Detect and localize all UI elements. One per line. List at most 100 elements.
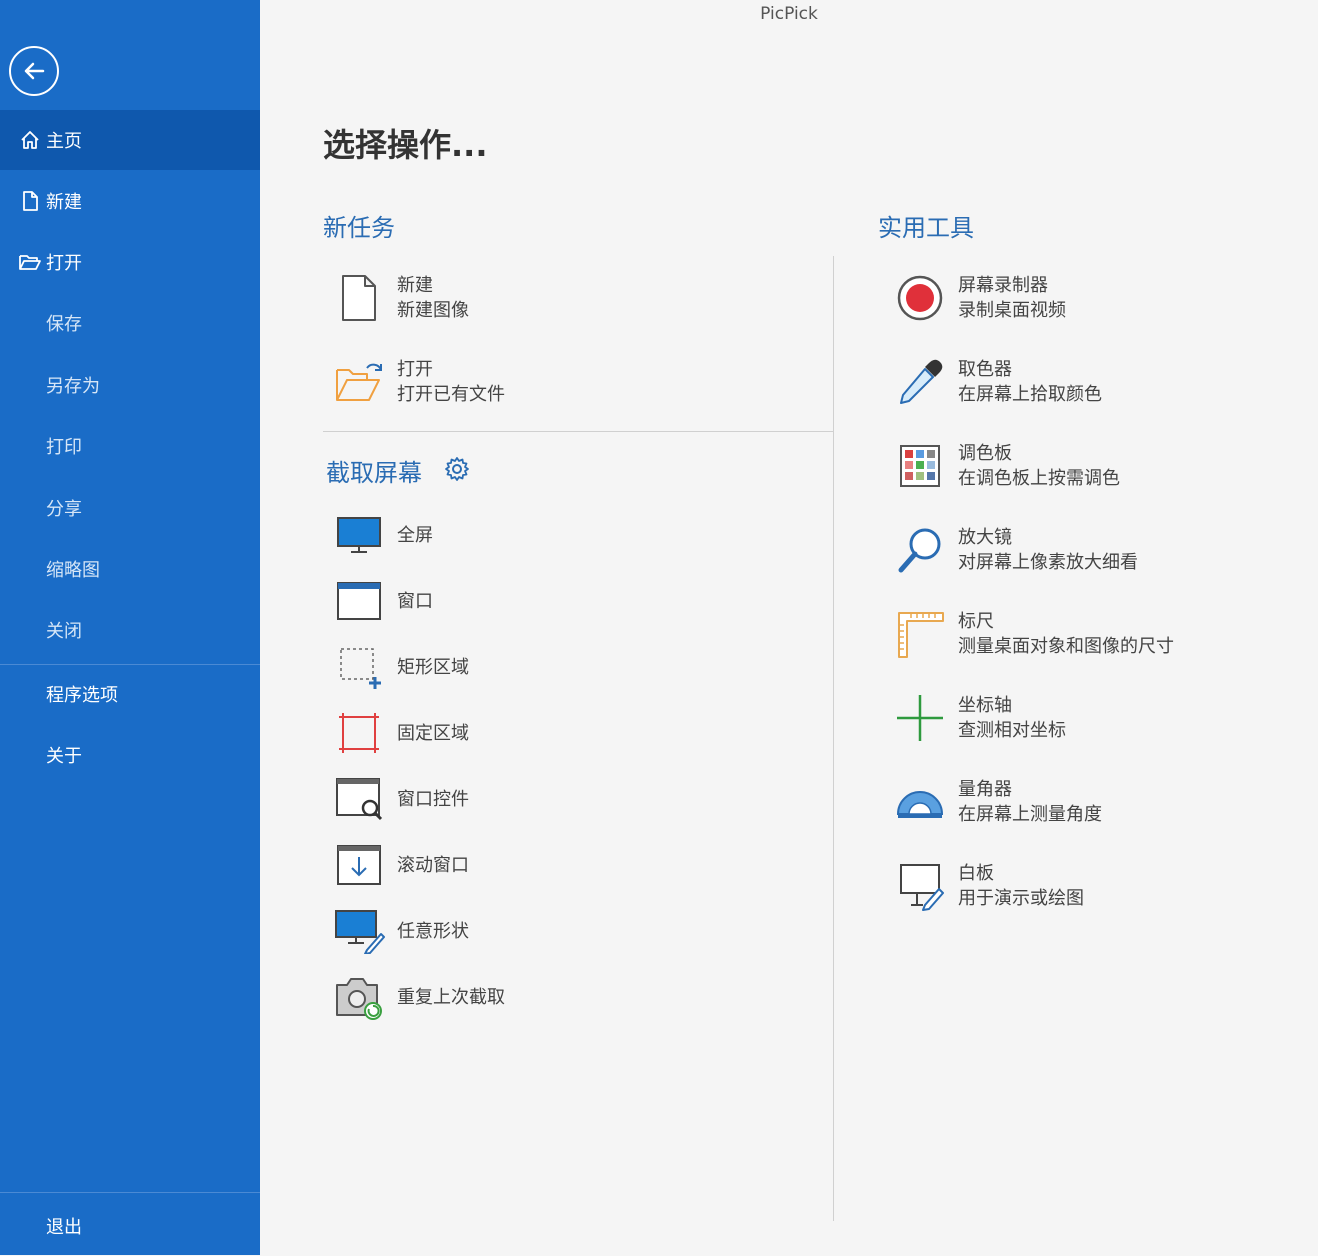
protractor-icon <box>892 774 948 830</box>
capture-window-control-button[interactable]: 窗口控件 <box>331 771 469 827</box>
record-icon <box>892 270 948 326</box>
magnifier-icon <box>892 522 948 578</box>
tool-desc: 测量桌面对象和图像的尺寸 <box>958 636 1174 657</box>
sidebar: 主页 新建 打开 保存 另存为 打印 分享 缩略图 关闭 程序选项 关于 退出 <box>0 0 260 1255</box>
capture-scroll-window-button[interactable]: 滚动窗口 <box>331 837 469 893</box>
open-folder-icon <box>331 354 387 410</box>
sidebar-item-open[interactable]: 打开 <box>0 232 260 292</box>
new-file-icon <box>331 270 387 326</box>
tool-label: 打开 <box>397 359 433 380</box>
capture-window-button[interactable]: 窗口 <box>331 573 433 629</box>
tool-label: 放大镜 <box>958 527 1012 548</box>
screen-recorder-button[interactable]: 屏幕录制器 录制桌面视频 <box>892 270 1066 326</box>
ruler-icon <box>892 606 948 662</box>
capture-title: 截取屏幕 <box>326 459 422 487</box>
tool-label: 窗口控件 <box>397 788 469 810</box>
open-file-button[interactable]: 打开 打开已有文件 <box>331 354 505 410</box>
sidebar-item-close[interactable]: 关闭 <box>0 600 260 660</box>
sidebar-item-new[interactable]: 新建 <box>0 171 260 231</box>
tool-label: 矩形区域 <box>397 656 469 678</box>
sidebar-item-label: 分享 <box>46 499 82 520</box>
tool-label: 屏幕录制器 <box>958 275 1048 296</box>
tool-label: 全屏 <box>397 524 433 546</box>
sidebar-item-label: 退出 <box>46 1217 82 1238</box>
sidebar-item-label: 新建 <box>46 192 82 213</box>
open-folder-icon <box>16 251 44 273</box>
tool-label: 量角器 <box>958 779 1012 800</box>
sidebar-item-label: 打印 <box>46 437 82 458</box>
utilities-title: 实用工具 <box>878 214 974 242</box>
sidebar-item-label: 保存 <box>46 314 82 335</box>
sidebar-item-label: 程序选项 <box>46 685 118 706</box>
tool-label: 新建 <box>397 275 433 296</box>
tool-desc: 在调色板上按需调色 <box>958 468 1120 489</box>
tool-label: 窗口 <box>397 590 433 612</box>
sidebar-item-print[interactable]: 打印 <box>0 416 260 476</box>
tool-desc: 查测相对坐标 <box>958 720 1066 741</box>
whiteboard-icon <box>892 858 948 914</box>
page-title: 选择操作... <box>323 126 488 164</box>
sidebar-item-label: 关闭 <box>46 621 82 642</box>
monitor-icon <box>331 507 387 563</box>
tool-desc: 用于演示或绘图 <box>958 888 1084 909</box>
window-icon <box>331 573 387 629</box>
back-button[interactable] <box>9 46 59 96</box>
sidebar-item-save[interactable]: 保存 <box>0 293 260 353</box>
tool-label: 标尺 <box>958 611 994 632</box>
palette-icon <box>892 438 948 494</box>
sidebar-item-label: 关于 <box>46 746 82 767</box>
column-divider <box>833 256 834 1221</box>
new-task-title: 新任务 <box>323 214 395 242</box>
tool-label: 白板 <box>958 863 994 884</box>
tool-label: 调色板 <box>958 443 1012 464</box>
window-control-icon <box>331 771 387 827</box>
sidebar-item-about[interactable]: 关于 <box>0 725 260 785</box>
tool-desc: 打开已有文件 <box>397 384 505 405</box>
scroll-window-icon <box>331 837 387 893</box>
section-divider <box>323 431 833 432</box>
sidebar-item-label: 另存为 <box>46 376 100 397</box>
tool-label: 取色器 <box>958 359 1012 380</box>
sidebar-item-label: 打开 <box>46 253 82 274</box>
capture-rect-region-button[interactable]: 矩形区域 <box>331 639 469 695</box>
sidebar-item-label: 主页 <box>46 131 82 152</box>
repeat-last-capture-button[interactable]: 重复上次截取 <box>331 969 505 1025</box>
crosshair-button[interactable]: 坐标轴 查测相对坐标 <box>892 690 1066 746</box>
tool-label: 滚动窗口 <box>397 854 469 876</box>
window-title: PicPick <box>760 4 818 24</box>
tool-label: 固定区域 <box>397 722 469 744</box>
tool-desc: 新建图像 <box>397 300 469 321</box>
capture-freehand-button[interactable]: 任意形状 <box>331 903 469 959</box>
magnifier-button[interactable]: 放大镜 对屏幕上像素放大细看 <box>892 522 1138 578</box>
new-image-button[interactable]: 新建 新建图像 <box>331 270 469 326</box>
capture-fullscreen-button[interactable]: 全屏 <box>331 507 433 563</box>
tool-label: 任意形状 <box>397 920 469 942</box>
back-arrow-icon <box>24 62 45 80</box>
gear-icon[interactable] <box>443 455 471 483</box>
ruler-button[interactable]: 标尺 测量桌面对象和图像的尺寸 <box>892 606 1174 662</box>
tool-label: 重复上次截取 <box>397 986 505 1008</box>
tool-desc: 对屏幕上像素放大细看 <box>958 552 1138 573</box>
fixed-region-icon <box>331 705 387 761</box>
protractor-button[interactable]: 量角器 在屏幕上测量角度 <box>892 774 1102 830</box>
sidebar-item-exit[interactable]: 退出 <box>0 1196 260 1256</box>
sidebar-item-save-as[interactable]: 另存为 <box>0 355 260 415</box>
rect-region-icon <box>331 639 387 695</box>
whiteboard-button[interactable]: 白板 用于演示或绘图 <box>892 858 1084 914</box>
capture-fixed-region-button[interactable]: 固定区域 <box>331 705 469 761</box>
eyedropper-icon <box>892 354 948 410</box>
tool-desc: 录制桌面视频 <box>958 300 1066 321</box>
sidebar-item-share[interactable]: 分享 <box>0 478 260 538</box>
color-palette-button[interactable]: 调色板 在调色板上按需调色 <box>892 438 1120 494</box>
tool-desc: 在屏幕上拾取颜色 <box>958 384 1102 405</box>
freehand-icon <box>331 903 387 959</box>
sidebar-item-options[interactable]: 程序选项 <box>0 664 260 724</box>
sidebar-item-home[interactable]: 主页 <box>0 110 260 170</box>
new-file-icon <box>16 190 44 212</box>
sidebar-divider <box>0 1192 260 1193</box>
color-picker-button[interactable]: 取色器 在屏幕上拾取颜色 <box>892 354 1102 410</box>
crosshair-icon <box>892 690 948 746</box>
sidebar-item-thumbnail[interactable]: 缩略图 <box>0 539 260 599</box>
repeat-capture-icon <box>331 969 387 1025</box>
sidebar-item-label: 缩略图 <box>46 560 100 581</box>
